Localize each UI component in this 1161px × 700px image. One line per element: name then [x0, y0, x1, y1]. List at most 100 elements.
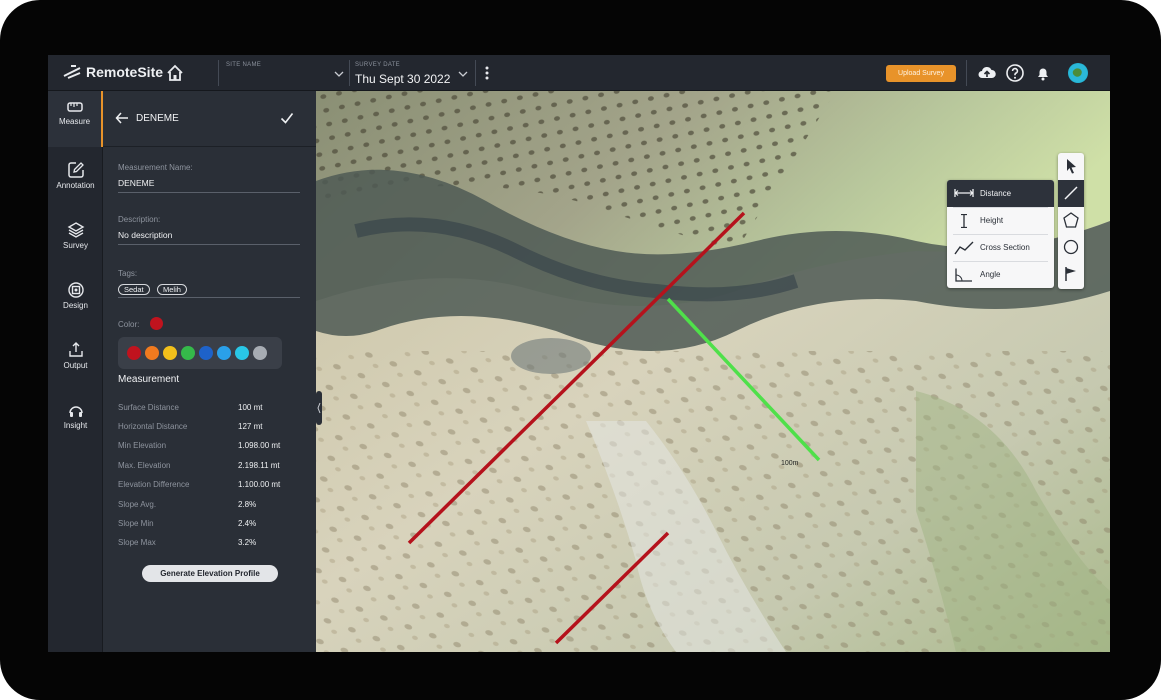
nav-item-survey[interactable]: Survey [48, 213, 103, 269]
panel-header: DENEME [103, 91, 316, 147]
survey-date-label: SURVEY DATE [355, 62, 400, 68]
color-swatch[interactable] [253, 346, 267, 360]
logo-icon [63, 65, 81, 79]
design-icon [67, 282, 84, 298]
measurement-row: Elevation Difference 1.100.00 mt [118, 480, 303, 494]
device-frame: RemoteSite SITE NAME SURVEY DATE Thu Sep… [0, 0, 1161, 700]
more-options-icon[interactable] [484, 65, 490, 81]
measure-tool-menu: Distance Height Cross Section Angle [947, 180, 1054, 288]
survey-date-value[interactable]: Thu Sept 30 2022 [355, 72, 450, 86]
upload-survey-button[interactable]: Upload Survey [886, 65, 956, 82]
measurement-row: Min Elevation 1.098.00 mt [118, 441, 303, 455]
measurement-value: 127 mt [238, 422, 263, 431]
app-logo[interactable]: RemoteSite [62, 64, 163, 80]
circle-icon [1063, 239, 1079, 255]
nav-item-measure[interactable]: Measure [48, 91, 103, 147]
nav-label: Output [63, 361, 88, 370]
tool-height[interactable]: Height [947, 207, 1054, 234]
nav-item-design[interactable]: Design [48, 273, 103, 329]
export-icon [68, 342, 83, 357]
ruler-icon [66, 102, 83, 112]
nav-item-annotation[interactable]: Annotation [48, 153, 103, 209]
measurement-value: 1.100.00 mt [238, 480, 281, 489]
measurement-row: Horizontal Distance 127 mt [118, 422, 303, 436]
back-arrow-icon[interactable] [115, 111, 129, 125]
measurement-panel: DENEME Measurement Name: DENEME Descript… [103, 91, 316, 652]
cross-section-icon [954, 241, 974, 255]
selected-color-swatch[interactable] [150, 317, 163, 330]
app-name: RemoteSite [86, 64, 164, 80]
circle-tool-button[interactable] [1058, 234, 1084, 261]
measurement-value: 1.098.00 mt [238, 441, 281, 450]
divider [349, 60, 350, 86]
help-icon[interactable] [1005, 63, 1025, 83]
measurement-name-input[interactable]: DENEME [118, 178, 154, 188]
distance-label: 100m [781, 460, 799, 467]
tool-label: Cross Section [980, 243, 1030, 252]
measurement-section-title: Measurement [118, 374, 180, 385]
polygon-tool-button[interactable] [1058, 207, 1084, 234]
tag-chip[interactable]: Sedat [118, 284, 150, 295]
chevron-down-icon[interactable] [458, 69, 468, 79]
measurement-value: 2.4% [238, 519, 257, 528]
tool-label: Angle [980, 270, 1001, 279]
tool-label: Distance [980, 189, 1012, 198]
color-swatch[interactable] [217, 346, 231, 360]
avatar[interactable] [1068, 63, 1088, 83]
nav-item-insight[interactable]: Insight [48, 393, 103, 449]
home-icon[interactable] [165, 63, 185, 83]
generate-elevation-profile-button[interactable]: Generate Elevation Profile [142, 565, 278, 582]
tag-chip[interactable]: Melih [157, 284, 187, 295]
flag-tool-button[interactable] [1058, 261, 1084, 288]
app-screen: RemoteSite SITE NAME SURVEY DATE Thu Sep… [48, 55, 1110, 652]
color-swatch[interactable] [163, 346, 177, 360]
measurement-row: Slope Avg. 2.8% [118, 500, 303, 514]
color-swatch[interactable] [145, 346, 159, 360]
map-viewport[interactable]: 100m Distance Height Cross Section Angle [316, 91, 1110, 652]
cloud-upload-icon[interactable] [977, 63, 997, 83]
measurement-name-label: Measurement Name: [118, 163, 193, 172]
measurement-value: 2.8% [238, 500, 257, 509]
nav-item-output[interactable]: Output [48, 333, 103, 389]
insight-icon [68, 406, 83, 417]
measurement-row: Slope Max 3.2% [118, 538, 303, 552]
description-input[interactable]: No description [118, 230, 172, 240]
drawing-tool-rail [1058, 153, 1084, 289]
color-swatch[interactable] [181, 346, 195, 360]
flag-icon [1065, 267, 1076, 281]
polygon-icon [1063, 212, 1079, 228]
divider [475, 60, 476, 86]
tool-cross-section[interactable]: Cross Section [947, 234, 1054, 261]
measurement-row: Surface Distance 100 mt [118, 403, 303, 417]
color-palette [118, 337, 282, 369]
nav-label: Annotation [56, 181, 95, 190]
divider [218, 60, 219, 86]
measurement-label: Horizontal Distance [118, 422, 188, 431]
nav-label: Measure [58, 117, 91, 126]
check-icon[interactable] [280, 111, 294, 125]
measurement-label: Min Elevation [118, 441, 167, 450]
tool-distance[interactable]: Distance [947, 180, 1054, 207]
nav-label: Design [63, 301, 88, 310]
collapse-handle[interactable] [316, 391, 322, 425]
color-swatch[interactable] [127, 346, 141, 360]
tool-angle[interactable]: Angle [947, 261, 1054, 288]
terrain-map[interactable]: 100m [316, 91, 1110, 652]
layers-icon [67, 222, 84, 238]
input-underline [118, 192, 300, 193]
measurement-value: 2.198.11 mt [238, 461, 280, 470]
color-swatch[interactable] [199, 346, 213, 360]
color-swatch[interactable] [235, 346, 249, 360]
pointer-icon [1067, 159, 1076, 174]
measurement-row: Slope Min 2.4% [118, 519, 303, 533]
pointer-tool-button[interactable] [1058, 153, 1084, 180]
nav-label: Survey [63, 241, 88, 250]
edit-icon [67, 162, 84, 178]
bell-icon[interactable] [1033, 63, 1053, 83]
chevron-down-icon[interactable] [334, 69, 344, 79]
measurement-label: Slope Max [118, 538, 156, 547]
input-underline [118, 244, 300, 245]
line-tool-button[interactable] [1058, 180, 1084, 207]
input-underline [118, 297, 300, 298]
measurement-label: Slope Min [118, 519, 154, 528]
